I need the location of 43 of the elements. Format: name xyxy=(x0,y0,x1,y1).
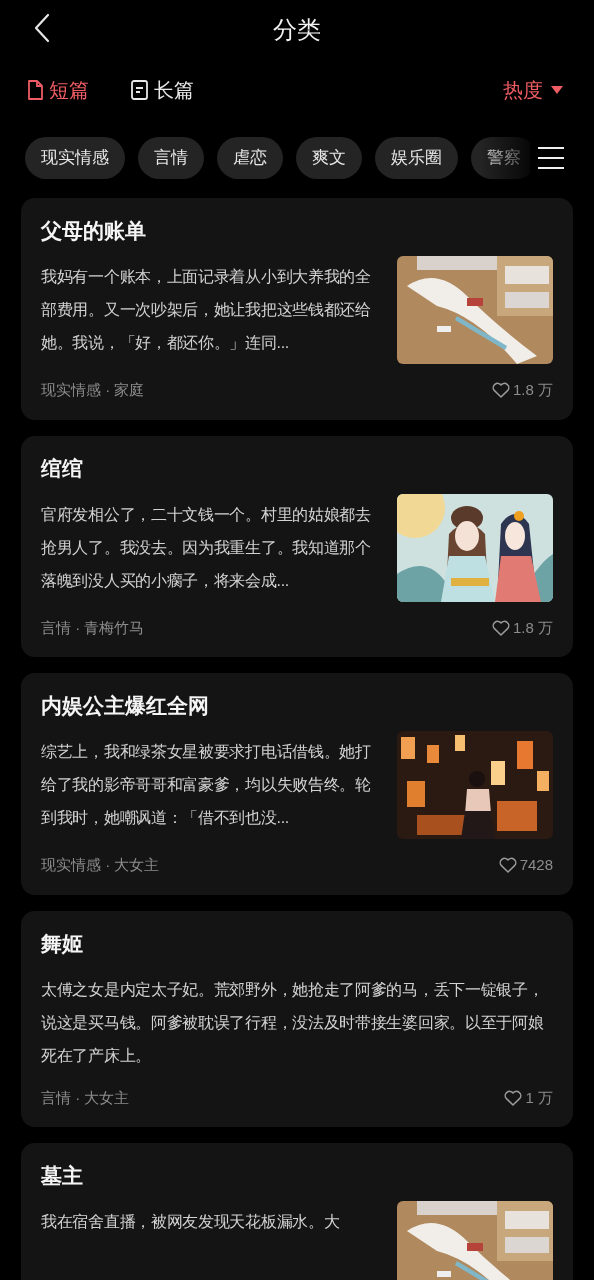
story-title: 舞姬 xyxy=(41,930,84,957)
category-chip[interactable]: 警察 xyxy=(471,137,530,179)
heart-icon xyxy=(498,857,517,874)
category-chip[interactable]: 娱乐圈 xyxy=(375,137,458,179)
heart-icon xyxy=(491,382,510,399)
story-card[interactable]: 绾绾 官府发相公了，二十文钱一个。村里的姑娘都去抢男人了。我没去。因为我重生了。我知道那个落魄到没人买的小瘸子，将来会成... 言情 · 青梅竹马 1.8 万 xyxy=(21,435,573,657)
story-title: 父母的账单 xyxy=(41,218,147,244)
like-count: 1.8 万 xyxy=(512,380,553,400)
story-tags: 现实情感 · 家庭 xyxy=(41,379,145,402)
page-title: 分类 xyxy=(273,15,321,45)
story-title: 绾绾 xyxy=(41,455,84,482)
story-card[interactable]: 墓主 我在宿舍直播，被网友发现天花板漏水。大 xyxy=(21,1143,573,1280)
category-chip[interactable]: 爽文 xyxy=(296,137,362,179)
category-chip[interactable]: 言情 xyxy=(138,137,204,179)
menu-button[interactable] xyxy=(538,145,564,171)
back-icon xyxy=(34,13,50,43)
menu-icon xyxy=(538,146,564,170)
story-excerpt: 太傅之女是内定太子妃。荒郊野外，她抢走了阿爹的马，丢下一锭银子，说这是买马钱。阿爹被耽误了行程，没法及时带接生婆回家。以至于阿娘死在了产床上。 xyxy=(41,979,545,1066)
story-tags: 现实情感 · 大女主 xyxy=(41,854,160,877)
story-excerpt: 我在宿舍直播，被网友发现天花板漏水。大 xyxy=(41,1212,341,1232)
story-tags: 言情 · 大女主 xyxy=(41,1086,130,1109)
like-count: 1.8 万 xyxy=(512,617,553,638)
story-title: 内娱公主爆红全网 xyxy=(41,693,210,719)
category-chip[interactable]: 现实情感 xyxy=(25,137,125,179)
story-card[interactable]: 内娱公主爆红全网 综艺上，我和绿茶女星被要求打电话借钱。她打给了我的影帝哥哥和富豪爹，均以失败告终。轮到我时，她嘲讽道：「借不到也没... 现实情感 · 大女主 7428 xyxy=(21,673,573,895)
story-title: 墓主 xyxy=(41,1163,84,1189)
story-card[interactable]: 父母的账单 我妈有一个账本，上面记录着从小到大养我的全部费用。又一次吵架后，她让我把这些钱都还给她。我说，「好，都还你。」连同... 现实情感 · 家庭 1.8 万 xyxy=(21,198,573,420)
document-icon xyxy=(131,80,148,100)
file-icon xyxy=(27,80,43,100)
heart-icon xyxy=(491,619,510,636)
story-excerpt: 我妈有一个账本，上面记录着从小到大养我的全部费用。又一次吵架后，她让我把这些钱都还给她。我说，「好，都还你。」连同... xyxy=(41,267,372,353)
story-excerpt: 官府发相公了，二十文钱一个。村里的姑娘都去抢男人了。我没去。因为我重生了。我知道那个落魄到没人买的小瘸子，将来会成... xyxy=(41,504,372,591)
story-card[interactable]: 舞姬 太傅之女是内定太子妃。荒郊野外，她抢走了阿爹的马，丢下一锭银子，说这是买马钱。阿爹被耽误了行程，没法及时带接生婆回家。以至于阿娘死在了产床上。 言情 · 大女主 1 万 xyxy=(21,910,573,1127)
story-excerpt: 综艺上，我和绿茶女星被要求打电话借钱。她打给了我的影帝哥哥和富豪爹，均以失败告终。轮到我时，她嘲讽道：「借不到也没... xyxy=(41,742,372,828)
category-chip[interactable]: 虐恋 xyxy=(217,137,283,179)
heart-icon xyxy=(504,1089,523,1106)
sort-dropdown[interactable]: 热度 xyxy=(503,75,563,105)
like-count: 7428 xyxy=(519,855,553,875)
tab[interactable]: 长篇 xyxy=(131,75,194,105)
story-tags: 言情 · 青梅竹马 xyxy=(41,616,145,639)
caret-icon xyxy=(551,86,563,94)
like-count: 1 万 xyxy=(525,1087,553,1108)
tab[interactable]: 短篇 xyxy=(27,75,89,105)
